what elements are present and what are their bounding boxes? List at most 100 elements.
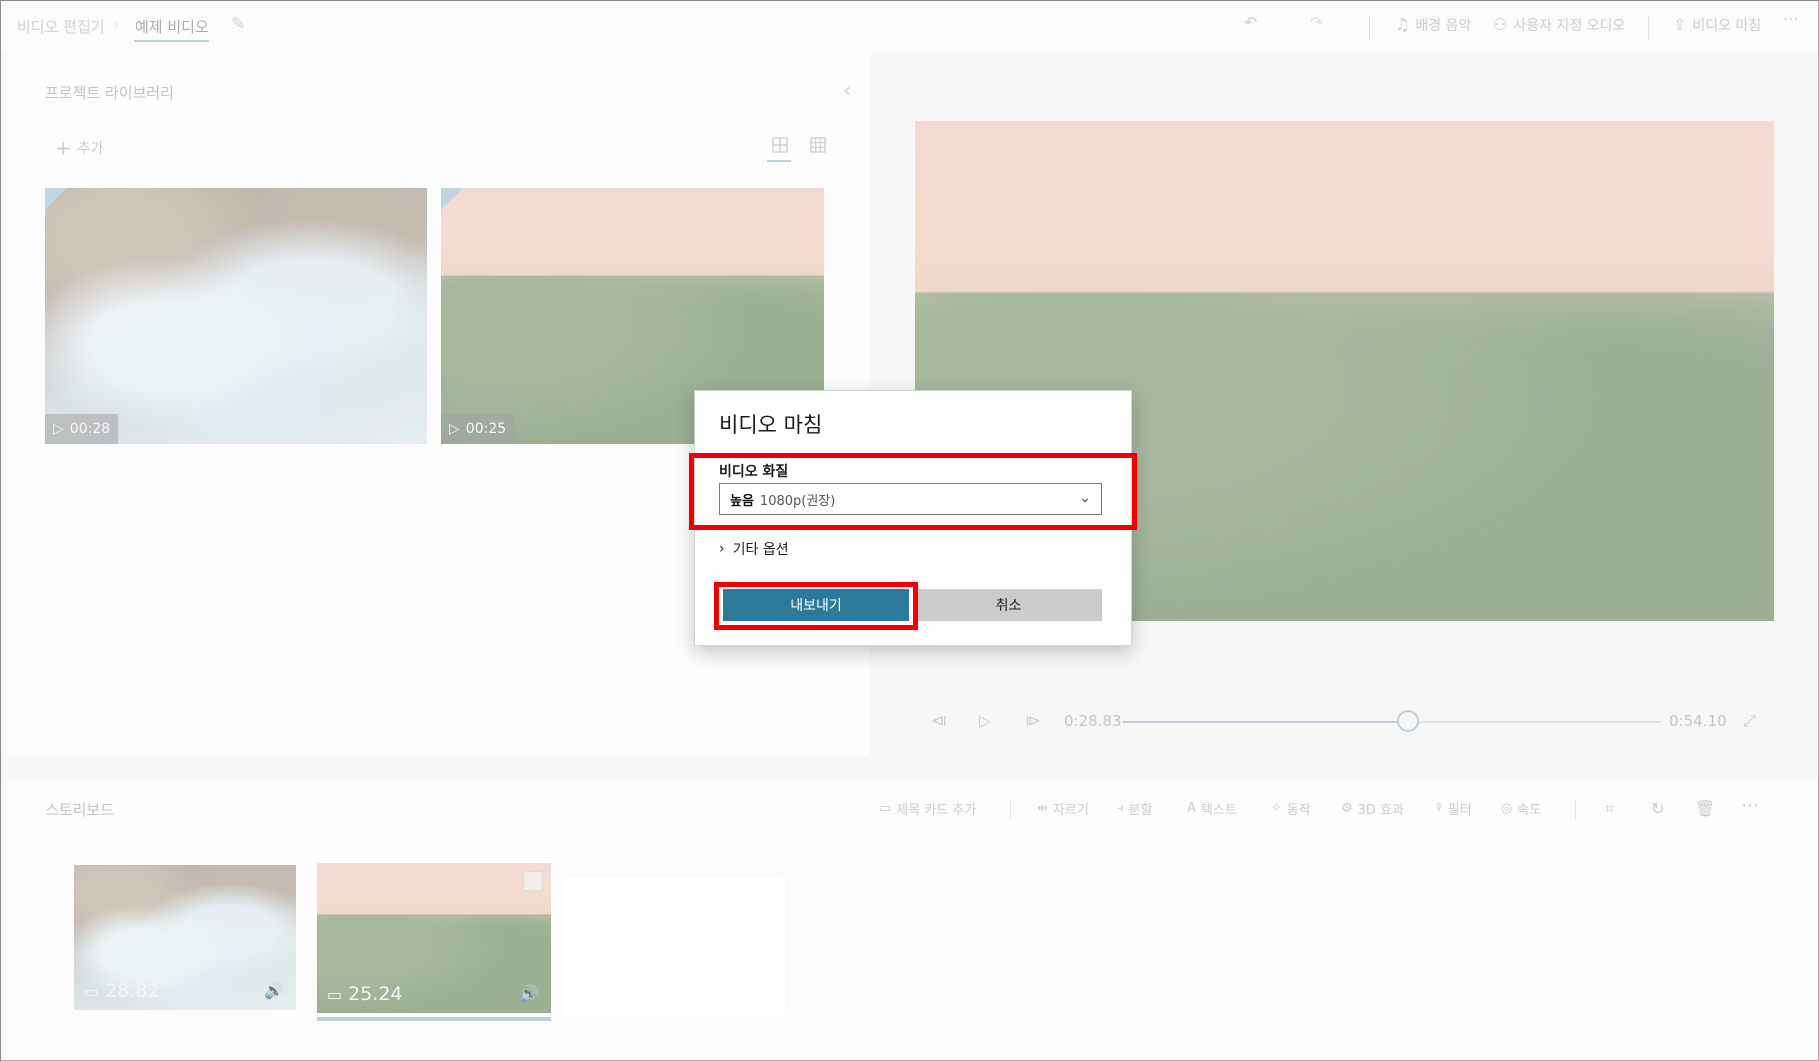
undo-icon: ↶ [1244, 13, 1258, 32]
breadcrumb-active-indicator [134, 40, 209, 42]
toolbar-divider [1648, 17, 1649, 39]
toolbar-divider [1369, 17, 1370, 39]
background-music-label: 배경 음악 [1415, 18, 1472, 34]
fullscreen-icon[interactable]: ⤢ [1743, 711, 1756, 731]
clip-duration-label: 28.82 [105, 980, 160, 1002]
used-in-project-marker [441, 188, 463, 210]
storyboard-clip-selected[interactable]: ▭ 25.24 🔊 [317, 863, 551, 1013]
more-options-label: 기타 옵션 [732, 542, 789, 558]
previous-frame-icon[interactable]: ⧏ [931, 711, 947, 730]
chevron-right-icon: › [719, 541, 725, 557]
trim-label: 자르기 [1052, 803, 1089, 818]
thumbnail-duration: ▷ 00:25 [441, 414, 515, 444]
speed-button[interactable]: ◎ 속도 [1501, 799, 1541, 818]
undo-button[interactable]: ↶ [1244, 15, 1257, 31]
toolbar-divider [1575, 799, 1576, 819]
current-time: 0:28.83 [1064, 712, 1122, 730]
storyboard-more-button[interactable]: ⋯ [1741, 795, 1759, 816]
finish-video-dialog: 비디오 마침 비디오 화질 높음 1080p(권장) ⌄ › 기타 옵션 내보내… [694, 390, 1132, 646]
finish-video-label: 비디오 마침 [1692, 18, 1762, 34]
redo-icon: ↷ [1310, 13, 1324, 32]
speed-label: 속도 [1517, 803, 1542, 818]
duration-label: 00:25 [465, 421, 507, 437]
cancel-button[interactable]: 취소 [915, 589, 1102, 621]
seek-thumb[interactable] [1397, 710, 1420, 732]
person-audio-icon: ⚇ [1493, 15, 1508, 34]
seek-progress [1123, 721, 1409, 723]
quality-value-strong: 높음 [730, 493, 754, 509]
resize-button[interactable]: ⌗ [1605, 799, 1614, 819]
add-media-button[interactable]: + 추가 [55, 136, 104, 160]
dialog-title: 비디오 마침 [719, 413, 823, 437]
music-note-icon: ♫ [1395, 15, 1410, 34]
clip-duration: ▭ 28.82 [84, 980, 160, 1002]
trim-icon: ⇹ [1037, 801, 1048, 816]
export-button[interactable]: 내보내기 [723, 589, 909, 621]
split-icon: ⫞ [1117, 801, 1124, 816]
breadcrumb-root[interactable]: 비디오 편집기 [17, 16, 105, 37]
storyboard-clip[interactable]: ▭ 28.82 🔊 [74, 865, 296, 1010]
video-quality-select[interactable]: 높음 1080p(권장) ⌄ [719, 483, 1102, 515]
library-item-ocean-rocks[interactable]: ▷ 00:28 [45, 188, 427, 444]
app-window: 비디오 편집기 › 예제 비디오 ✎ ↶ ↷ ♫ 배경 음악 ⚇ 사용자 지정 … [0, 0, 1819, 1061]
used-in-project-marker [45, 188, 67, 210]
filters-button[interactable]: ⍒ 필터 [1435, 799, 1472, 818]
split-button[interactable]: ⫞ 분할 [1117, 799, 1152, 818]
play-icon[interactable]: ▷ [979, 711, 991, 730]
play-icon: ▷ [449, 421, 460, 437]
duration-label: 00:28 [69, 421, 111, 437]
aspect-icon: ▭ [327, 984, 343, 1004]
next-frame-icon[interactable]: ⧐ [1025, 711, 1041, 730]
text-icon: A [1187, 801, 1196, 816]
video-quality-label: 비디오 화질 [719, 464, 789, 480]
text-label: 텍스트 [1200, 803, 1237, 818]
toolbar-divider [1010, 799, 1011, 819]
add-title-card-button[interactable]: ▭ 제목 카드 추가 [879, 799, 976, 818]
more-options-button[interactable]: ⋯ [1783, 11, 1799, 27]
collapse-chevron-icon[interactable]: ‹ [843, 78, 851, 102]
total-time: 0:54.10 [1669, 712, 1727, 730]
share-icon: ⇪ [1673, 15, 1687, 34]
background-music-button[interactable]: ♫ 배경 음악 [1395, 15, 1471, 35]
large-grid-view-icon[interactable] [769, 134, 791, 156]
rotate-button[interactable]: ↻ [1651, 799, 1664, 818]
speed-icon: ◎ [1501, 801, 1513, 816]
volume-icon[interactable]: 🔊 [519, 984, 539, 1003]
rotate-icon: ↻ [1651, 799, 1665, 818]
clip-select-checkbox[interactable] [523, 871, 543, 891]
selected-clip-indicator [317, 1017, 551, 1021]
3d-effects-label: 3D 효과 [1357, 803, 1404, 818]
empty-clip-slot[interactable] [563, 877, 785, 1017]
delete-button[interactable]: 🗑 [1695, 799, 1715, 818]
aspect-icon: ▭ [84, 981, 100, 1001]
trim-button[interactable]: ⇹ 자르기 [1037, 799, 1089, 818]
motion-label: 동작 [1286, 803, 1311, 818]
text-button[interactable]: A 텍스트 [1187, 799, 1237, 818]
clip-duration-label: 25.24 [348, 983, 403, 1005]
3d-effects-icon: ⚙ [1341, 801, 1353, 816]
3d-effects-button[interactable]: ⚙ 3D 효과 [1341, 799, 1404, 818]
motion-button[interactable]: ✧ 동작 [1271, 799, 1311, 818]
quality-value-detail: 1080p(권장) [759, 493, 836, 509]
rename-pencil-icon[interactable]: ✎ [231, 14, 245, 34]
storyboard-panel: 스토리보드 ▭ 제목 카드 추가 ⇹ 자르기 ⫞ 분할 A 텍스트 ✧ 동작 ⚙ 3D 효과… [7, 781, 1817, 1059]
storyboard-title: 스토리보드 [45, 801, 115, 819]
top-bar: 비디오 편집기 › 예제 비디오 ✎ ↶ ↷ ♫ 배경 음악 ⚇ 사용자 지정 … [1, 1, 1818, 53]
finish-video-button[interactable]: ⇪ 비디오 마침 [1673, 15, 1761, 35]
title-card-label: 제목 카드 추가 [896, 803, 977, 818]
more-options-toggle[interactable]: › 기타 옵션 [719, 539, 789, 559]
custom-audio-button[interactable]: ⚇ 사용자 지정 오디오 [1493, 15, 1625, 35]
clip-duration: ▭ 25.24 [327, 983, 403, 1005]
add-media-label: 추가 [77, 141, 104, 157]
custom-audio-label: 사용자 지정 오디오 [1513, 18, 1626, 34]
playback-controls: ⧏ ▷ ⧐ 0:28.83 0:54.10 ⤢ [931, 707, 1761, 737]
more-icon: ⋯ [1783, 9, 1799, 28]
breadcrumb-current[interactable]: 예제 비디오 [135, 16, 209, 37]
volume-icon[interactable]: 🔊 [264, 981, 284, 1000]
redo-button[interactable]: ↷ [1310, 15, 1323, 31]
motion-icon: ✧ [1271, 801, 1282, 816]
title-card-icon: ▭ [879, 801, 892, 816]
small-grid-view-icon[interactable] [807, 134, 829, 156]
resize-icon: ⌗ [1605, 799, 1615, 818]
thumbnail-duration: ▷ 00:28 [45, 414, 119, 444]
